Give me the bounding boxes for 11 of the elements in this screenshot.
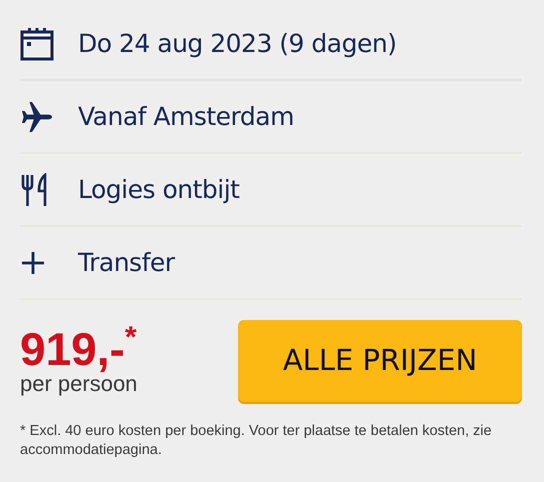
feature-text: Logies ontbijt xyxy=(78,174,240,206)
feature-text: Transfer xyxy=(78,246,175,279)
footnote: * Excl. 40 euro kosten per boeking. Voor ter plaatse te betalen kosten, zie accommodatiepagina. xyxy=(20,422,493,460)
plane-icon xyxy=(20,100,54,134)
price: 919,-$^{*}$ xyxy=(20,326,138,372)
feature-text: Vanaf Amsterdam xyxy=(78,100,294,133)
calendar-icon xyxy=(20,26,54,60)
all-prices-button[interactable]: ALLE PRIJZEN xyxy=(238,320,522,402)
price-unit: per persoon xyxy=(20,372,138,396)
plus-icon xyxy=(20,250,46,276)
feature-text: Do 24 aug 2023 (9 dagen) xyxy=(78,28,396,60)
